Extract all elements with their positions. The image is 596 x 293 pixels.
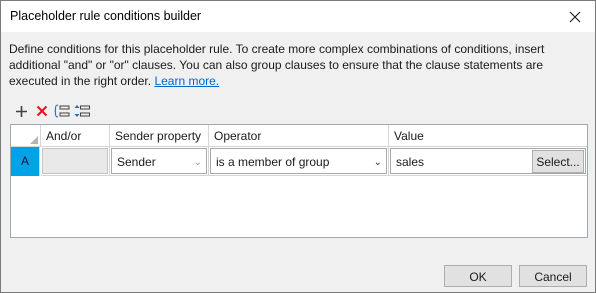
delete-x-icon <box>36 105 47 117</box>
column-header-sender-property[interactable]: Sender property <box>110 125 209 147</box>
select-button[interactable]: Select... <box>532 150 584 173</box>
close-icon <box>569 11 581 22</box>
column-header-value[interactable]: Value <box>389 125 587 147</box>
grid-corner-header <box>11 125 41 147</box>
and-or-empty <box>42 148 108 174</box>
group-clauses-button[interactable] <box>53 103 70 120</box>
value-field[interactable]: sales Select... <box>390 148 586 174</box>
add-condition-button[interactable] <box>13 103 30 120</box>
move-clause-button[interactable] <box>73 103 90 120</box>
operator-combobox[interactable]: is a member of group ⌄ <box>210 148 387 174</box>
select-all-icon <box>30 136 38 144</box>
column-header-operator[interactable]: Operator <box>209 125 389 147</box>
dialog-title: Placeholder rule conditions builder <box>10 9 202 23</box>
group-clauses-icon <box>53 104 69 118</box>
chevron-down-icon: ⌄ <box>373 157 382 168</box>
description: Define conditions for this placeholder r… <box>9 41 589 89</box>
value-text: sales <box>396 155 425 169</box>
learn-more-link[interactable]: Learn more. <box>154 74 219 88</box>
conditions-toolbar <box>13 102 90 120</box>
move-clause-icon <box>74 105 90 117</box>
sender-property-value: Sender <box>117 155 156 169</box>
row-header-a[interactable]: A <box>11 147 40 176</box>
cancel-button[interactable]: Cancel <box>519 265 587 287</box>
description-text: Define conditions for this placeholder r… <box>9 42 545 88</box>
operator-cell: is a member of group ⌄ <box>209 147 389 176</box>
dialog-body: Define conditions for this placeholder r… <box>1 32 595 292</box>
operator-value: is a member of group <box>216 155 330 169</box>
delete-condition-button[interactable] <box>33 103 50 120</box>
column-header-and-or[interactable]: And/or <box>41 125 110 147</box>
dialog-window: Placeholder rule conditions builder Defi… <box>0 0 596 293</box>
plus-icon <box>16 105 27 117</box>
chevron-down-icon: ⌄ <box>193 157 202 168</box>
and-or-cell[interactable] <box>41 147 110 176</box>
sender-property-combobox[interactable]: Sender ⌄ <box>111 148 207 174</box>
title-bar: Placeholder rule conditions builder <box>1 1 595 32</box>
close-button[interactable] <box>555 1 595 32</box>
conditions-grid: And/or Sender property Operator Value A … <box>10 124 588 238</box>
value-cell: sales Select... <box>389 147 587 176</box>
ok-button[interactable]: OK <box>444 265 512 287</box>
sender-property-cell: Sender ⌄ <box>110 147 209 176</box>
